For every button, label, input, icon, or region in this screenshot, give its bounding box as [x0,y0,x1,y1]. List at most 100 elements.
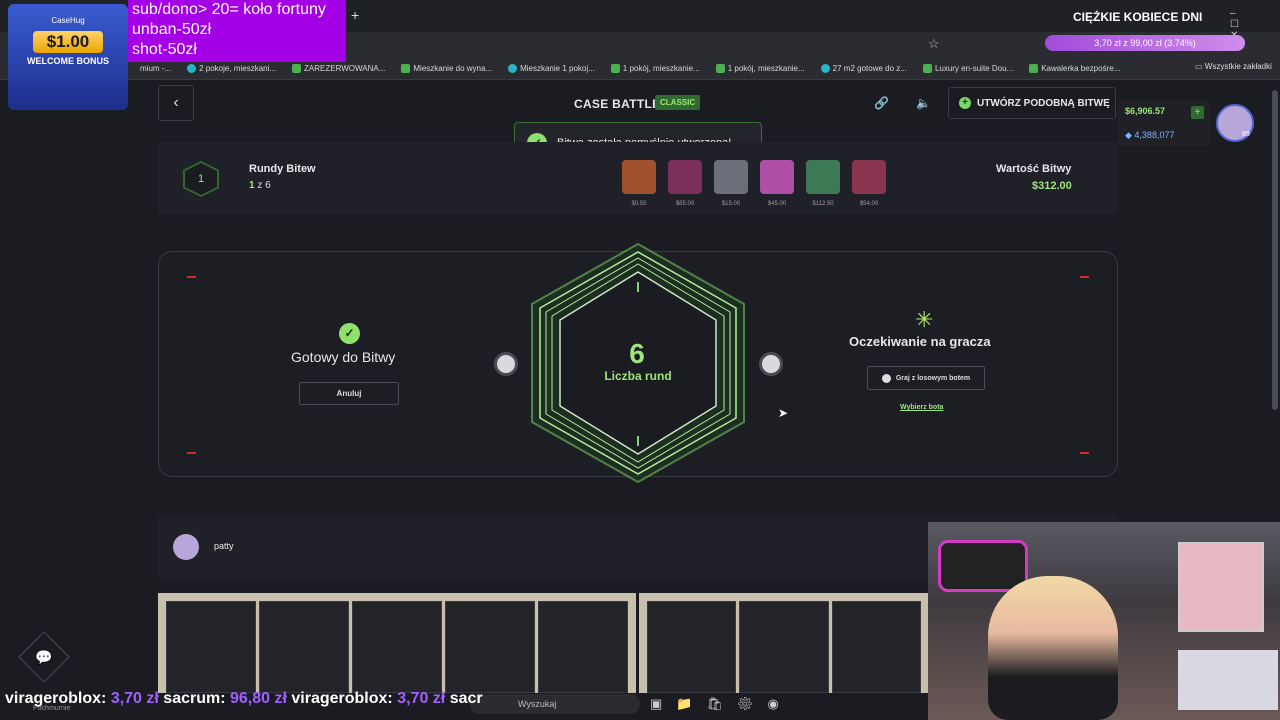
balance-coins-value: 4,388,077 [1134,130,1175,140]
streamer [988,576,1118,720]
case-price: $54.00 [859,201,879,207]
bot-icon [881,373,891,383]
background-shelf [1178,542,1264,632]
balance-usd: $6,906.57 [1125,106,1166,116]
opponent-item-slots [639,593,929,693]
ticker-name: sacr [449,690,483,707]
case-price: $85.00 [675,201,695,207]
bookmark-icon [292,64,302,73]
case-image[interactable] [806,160,840,194]
create-similar-battle-button[interactable]: + UTWÓRZ PODOBNĄ BITWĘ [948,87,1116,119]
case-price: $0.50 [631,201,647,207]
command-line: sub/dono> 20= koło fortuny [132,1,326,18]
bookmark-label: 27 m2 gotowe do z... [832,64,907,73]
user-level: 89 [1242,131,1250,138]
bookmark-icon [922,64,932,73]
item-slot [259,601,349,693]
item-slot [352,601,442,693]
bookmark-item[interactable]: Mieszkanie 1 pokoj... [508,64,595,73]
case-image[interactable] [622,160,656,194]
event-title: CIĘŻKIE KOBIECE DNI [1073,10,1203,24]
sound-mute-icon[interactable]: 🔈 [916,96,931,110]
donation-ticker: virageroblox: 3,70 zł sacrum: 96,80 zł v… [5,690,483,708]
command-line: shot-50zł [132,41,197,58]
waiting-label: Oczekiwanie na gracza [849,334,991,349]
bookmark-label: Mieszkanie do wyna... [413,64,493,73]
bookmark-item[interactable]: mium -... [140,64,171,73]
ticker-name: sacrum: [163,690,226,707]
pick-bot-link[interactable]: Wybierz bota [900,404,943,411]
corner-marker [187,452,196,454]
rounds-count: 1 z 6 [249,180,271,191]
new-tab-button[interactable]: + [351,7,359,23]
player-name: patty [214,541,234,551]
promo-logo: CaseHug [51,16,85,25]
item-slot [647,601,737,693]
page-title: CASE BATTLE [574,97,661,111]
command-line: unban-50zł [132,21,212,38]
ready-check-icon: ✓ [339,323,360,344]
bookmark-item[interactable]: 1 pokój, mieszkanie... [610,64,700,73]
play-with-bot-label: Graj z losowym botem [895,374,971,382]
case-price: $45.00 [767,201,787,207]
scrollbar[interactable] [1272,90,1278,410]
bookmark-icon [401,64,411,73]
bookmark-label: Mieszkanie 1 pokoj... [520,64,595,73]
chat-icon: 💬 [20,633,68,681]
ticker-amount: 3,70 zł [110,690,159,707]
create-similar-label: UTWÓRZ PODOBNĄ BITWĘ [977,97,1110,109]
corner-marker [187,276,196,278]
back-button[interactable]: ‹ [158,85,194,121]
bookmark-item[interactable]: 1 pokój, mieszkanie... [715,64,805,73]
loading-spinner-icon: ✳ [915,307,934,332]
item-slot [739,601,829,693]
corner-marker [1080,276,1089,278]
player-item-slots [158,593,636,693]
case-image[interactable] [714,160,748,194]
item-slot [538,601,628,693]
bookmark-item[interactable]: Luxury en-suite Dou... [922,64,1013,73]
ticker-name: virageroblox: [5,690,107,707]
case-image[interactable] [760,160,794,194]
bookmark-icon [610,64,620,73]
ticker-amount: 96,80 zł [230,690,287,707]
taskbar-icons[interactable]: ▣📁🛍⚙◉ [650,696,793,712]
item-slot [831,601,921,693]
all-bookmarks-link[interactable]: ▭ Wszystkie zakładki [1195,62,1272,71]
bookmark-label: Kawalerka bezpośre... [1041,64,1121,73]
plus-icon: + [959,97,971,109]
bookmark-item[interactable]: 2 pokoje, mieszkani... [187,64,276,73]
bookmark-item[interactable]: 27 m2 gotowe do z... [820,64,907,73]
all-bookmarks-label: Wszystkie zakładki [1204,62,1272,71]
chat-button[interactable]: 💬 [18,631,70,683]
round-number: 1 [185,163,217,195]
deposit-button[interactable]: + [1191,106,1204,119]
promo-amount: $1.00 [33,31,103,53]
case-image[interactable] [852,160,886,194]
bookmark-label: mium -... [140,64,172,73]
battle-value-label: Wartość Bitwy [996,163,1072,175]
cancel-button[interactable]: Anuluj [299,382,399,405]
bookmark-label: 2 pokoje, mieszkani... [199,64,277,73]
item-slot [445,601,535,693]
chevron-left-icon: ‹ [173,94,179,111]
donation-progress-bar: 3,70 zł z 99,00 zł (3.74%) [1045,35,1245,51]
bookmark-icon [715,64,725,73]
bookmark-icon [187,64,197,73]
promo-text: WELCOME BONUS [27,56,109,66]
bookmark-item[interactable]: Mieszkanie do wyna... [401,64,492,73]
case-price: $112.50 [812,201,834,207]
corner-marker [1080,452,1089,454]
ticker-name: virageroblox: [291,690,393,707]
star-icon[interactable]: ☆ [928,36,940,52]
stream-commands-overlay: sub/dono> 20= koło fortuny unban-50zł sh… [128,0,346,62]
taskbar-search[interactable]: Wyszukaj [470,694,640,714]
bookmark-item[interactable]: Kawalerka bezpośre... [1029,64,1120,73]
bookmark-item[interactable]: ZAREZERWOWANA... [292,64,385,73]
ticker-amount: 3,70 zł [397,690,446,707]
play-with-bot-button[interactable]: Graj z losowym botem [867,366,985,390]
rounds-text: Liczba rund [604,369,672,383]
microphone [938,540,1028,592]
case-image[interactable] [668,160,702,194]
link-icon[interactable]: 🔗 [874,96,889,110]
